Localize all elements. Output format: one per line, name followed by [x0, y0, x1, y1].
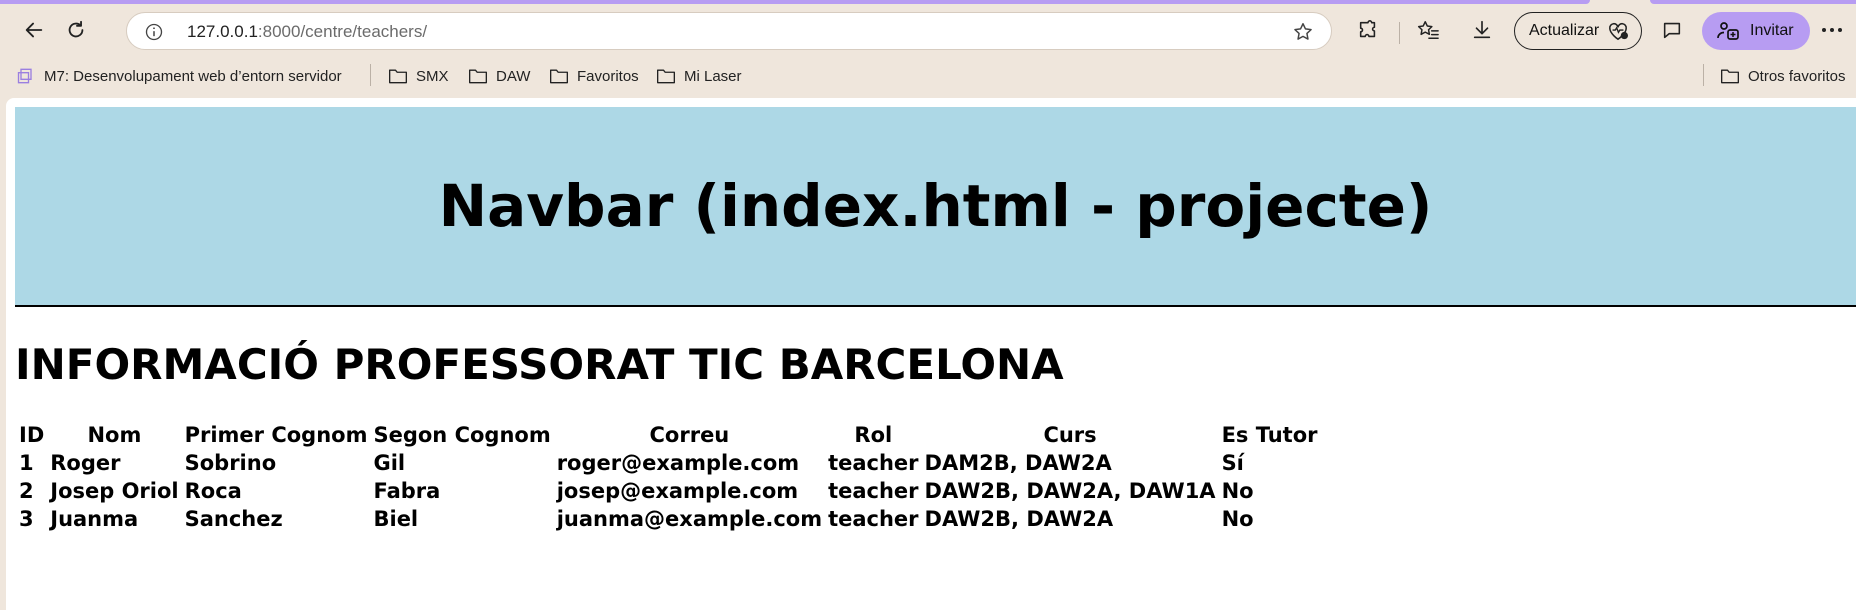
cell-nom: Roger: [50, 451, 121, 475]
url-host: 127.0.0.1: [187, 22, 258, 41]
cell-primer-cognom: Sobrino: [184, 451, 277, 475]
column-header: Rol: [854, 423, 893, 447]
heart-pulse-icon: [1609, 22, 1629, 41]
cell-segon-cognom: Biel: [373, 507, 419, 531]
browser-toolbar: 127.0.0.1:8000/centre/teachers/ Actualiz…: [0, 4, 1856, 56]
back-arrow-icon: [25, 22, 43, 38]
table-row: 1 Roger Sobrino Gil roger@example.com te…: [17, 450, 1320, 476]
update-button[interactable]: Actualizar: [1514, 12, 1642, 50]
invite-button[interactable]: Invitar: [1702, 12, 1810, 50]
column-header: Segon Cognom: [373, 423, 551, 447]
favorite-star-icon[interactable]: [1291, 20, 1315, 44]
app-icon: [17, 68, 32, 84]
bookmark-label: Favoritos: [577, 67, 639, 85]
page-viewport: Navbar (index.html - projecte) INFORMACI…: [6, 98, 1856, 610]
bookmark-label: Otros favoritos: [1748, 67, 1846, 85]
reload-button[interactable]: [56, 10, 96, 50]
cell-id: 2: [19, 479, 34, 503]
table-header-row: ID Nom Primer Cognom Segon Cognom Correu…: [17, 422, 1320, 448]
extensions-button[interactable]: [1348, 10, 1388, 50]
cell-primer-cognom: Sanchez: [184, 507, 283, 531]
chat-button[interactable]: [1652, 10, 1692, 50]
cell-segon-cognom: Gil: [373, 451, 406, 475]
navbar-title: Navbar (index.html - projecte): [438, 172, 1433, 240]
bookmark-label: SMX: [416, 67, 449, 85]
more-dots-icon: [1822, 28, 1842, 32]
cell-nom: Josep Oriol: [50, 479, 179, 503]
cell-curs: DAW2B, DAW2A, DAW1A: [924, 479, 1216, 503]
bookmark-folder-mi-laser[interactable]: Mi Laser: [656, 64, 742, 88]
column-header: Primer Cognom: [184, 423, 368, 447]
cell-nom: Juanma: [50, 507, 139, 531]
column-header: Curs: [1043, 423, 1097, 447]
favorites-button[interactable]: [1408, 10, 1448, 50]
url-path: :8000/centre/teachers/: [257, 22, 428, 41]
cell-es-tutor: No: [1221, 479, 1254, 503]
cell-id: 1: [19, 451, 34, 475]
bookmark-folder-daw[interactable]: DAW: [468, 64, 530, 88]
folder-icon: [657, 69, 675, 84]
url-text[interactable]: 127.0.0.1:8000/centre/teachers/: [187, 22, 427, 42]
cell-es-tutor: No: [1221, 507, 1254, 531]
puzzle-icon: [1359, 20, 1376, 38]
cell-curs: DAM2B, DAW2A: [924, 451, 1112, 475]
cell-segon-cognom: Fabra: [373, 479, 441, 503]
cell-es-tutor: Sí: [1221, 451, 1244, 475]
more-menu-button[interactable]: [1812, 10, 1852, 50]
cell-curs: DAW2B, DAW2A: [924, 507, 1114, 531]
address-bar[interactable]: 127.0.0.1:8000/centre/teachers/: [126, 12, 1332, 50]
download-icon: [1473, 20, 1491, 39]
bookmark-folder-favoritos[interactable]: Favoritos: [549, 64, 639, 88]
people-add-icon: [1717, 22, 1739, 40]
bookmark-label: DAW: [496, 67, 531, 85]
cell-rol: teacher: [828, 507, 919, 531]
cell-rol: teacher: [828, 479, 919, 503]
bookmark-folder-otros[interactable]: Otros favoritos: [1720, 64, 1846, 88]
invite-label: Invitar: [1750, 22, 1794, 39]
bookmark-m7[interactable]: M7: Desenvolupament web d’entorn servido…: [16, 64, 342, 88]
table-row: 3 Juanma Sanchez Biel juanma@example.com…: [17, 506, 1320, 532]
folder-icon: [550, 69, 568, 84]
chat-icon: [1663, 22, 1681, 39]
cell-primer-cognom: Roca: [184, 479, 242, 503]
cell-correu: roger@example.com: [556, 451, 800, 475]
cell-correu: juanma@example.com: [556, 507, 823, 531]
reload-icon: [68, 20, 84, 38]
navbar: Navbar (index.html - projecte): [15, 107, 1856, 307]
teachers-table: ID Nom Primer Cognom Segon Cognom Correu…: [15, 420, 1322, 534]
toolbar-divider: [1399, 22, 1400, 44]
bookmark-label: Mi Laser: [684, 67, 742, 85]
bookmarks-divider: [1703, 64, 1704, 86]
favorites-list-icon: [1417, 21, 1439, 39]
folder-icon: [389, 69, 407, 84]
bookmarks-divider: [370, 64, 371, 86]
update-label: Actualizar: [1529, 22, 1600, 39]
column-header: Nom: [87, 423, 142, 447]
downloads-button[interactable]: [1462, 10, 1502, 50]
cell-id: 3: [19, 507, 34, 531]
bookmarks-bar: M7: Desenvolupament web d’entorn servido…: [0, 58, 1856, 94]
site-info-icon[interactable]: [143, 21, 165, 43]
table-row: 2 Josep Oriol Roca Fabra josep@example.c…: [17, 478, 1320, 504]
cell-correu: josep@example.com: [556, 479, 799, 503]
bookmark-label: M7: Desenvolupament web d’entorn servido…: [44, 67, 342, 85]
page-title: INFORMACIÓ PROFESSORAT TIC BARCELONA: [15, 340, 1064, 389]
folder-icon: [1721, 69, 1739, 84]
column-header: Correu: [649, 423, 730, 447]
column-header: ID: [19, 423, 45, 447]
folder-icon: [469, 69, 487, 84]
column-header: Es Tutor: [1221, 423, 1318, 447]
back-button[interactable]: [14, 10, 54, 50]
bookmark-folder-smx[interactable]: SMX: [388, 64, 449, 88]
cell-rol: teacher: [828, 451, 919, 475]
